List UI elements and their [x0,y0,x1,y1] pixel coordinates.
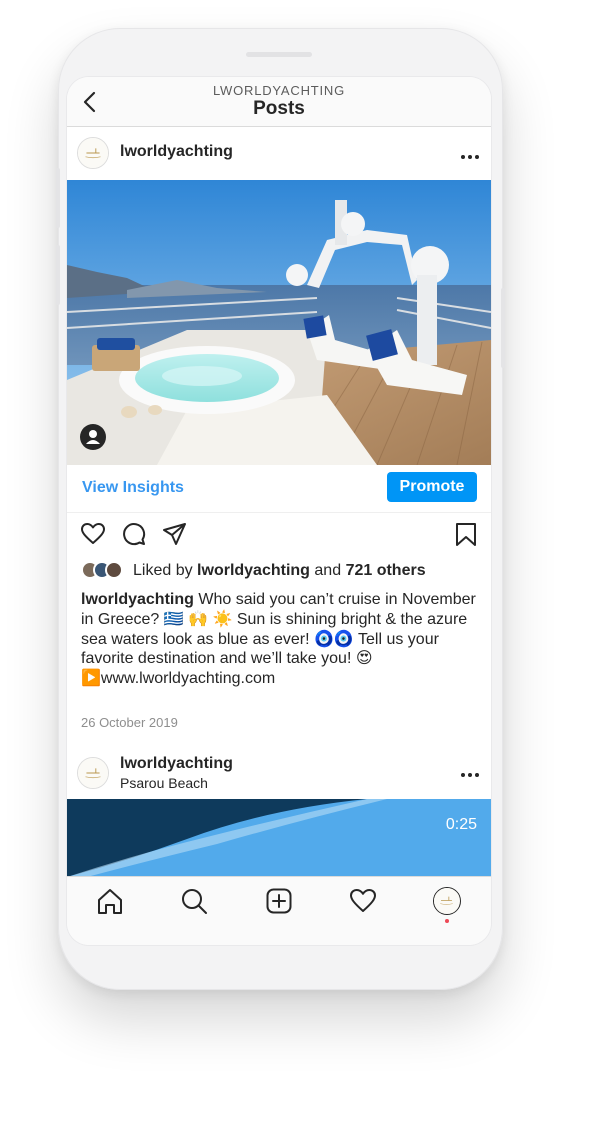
post-date: 26 October 2019 [81,715,178,730]
search-icon [182,889,207,914]
liked-by-joiner: and [314,562,342,579]
paper-plane-icon [163,523,186,545]
phone-side-button [56,168,60,228]
post-image[interactable] [67,180,491,465]
notification-dot [445,919,449,923]
brand-logo-icon [78,758,108,788]
home-icon [98,889,122,914]
liked-by-row[interactable]: Liked by lworldyachting and 721 others [81,559,481,581]
post-username[interactable]: lworldyachting [120,143,233,161]
caption-username[interactable]: lworldyachting [81,591,194,608]
view-insights-link[interactable]: View Insights [82,479,184,497]
posts-header: LWORLDYACHTING Posts [67,77,491,127]
caption-link[interactable]: ▶️www.lworldyachting.com [81,670,275,687]
share-button[interactable] [162,521,188,547]
heart-outline-icon [81,523,105,544]
next-post-username[interactable]: lworldyachting [120,755,233,773]
next-post-options-button[interactable] [460,767,480,777]
phone-side-button [56,245,60,305]
more-horizontal-icon [461,155,479,159]
yacht-deck-photo [67,180,491,465]
app-screen: LWORLDYACHTING Posts lworldyachting View… [67,77,491,945]
comment-bubble-icon [123,523,146,546]
bookmark-icon [456,523,476,546]
tagged-users-button[interactable] [80,424,106,450]
more-horizontal-icon [461,773,479,777]
next-post-avatar[interactable] [77,757,109,789]
liker-avatar [105,561,123,579]
liked-by-prefix: Liked by [133,562,193,579]
save-button[interactable] [453,521,479,547]
phone-speaker [246,52,312,57]
tab-new-post[interactable] [264,886,294,916]
tab-search[interactable] [179,886,209,916]
tab-home[interactable] [95,886,125,916]
liked-by-others[interactable]: 721 others [346,562,426,579]
next-post-video[interactable]: 0:25 [67,799,491,877]
video-thumbnail [67,799,491,877]
post-avatar[interactable] [77,137,109,169]
add-post-icon [266,888,292,914]
post-options-button[interactable] [460,149,480,159]
tab-profile[interactable] [433,887,461,915]
tab-activity[interactable] [348,886,378,916]
phone-power-button [501,288,505,368]
post-caption: lworldyachting Who said you can’t cruise… [81,590,481,689]
profile-avatar-icon [434,888,459,913]
liked-by-text: Liked by lworldyachting and 721 others [133,562,426,580]
comment-button[interactable] [121,521,147,547]
insights-bar: View Insights Promote [67,465,491,513]
activity-heart-icon [350,889,376,912]
next-post-location[interactable]: Psarou Beach [120,775,208,791]
user-tag-icon [86,430,100,444]
promote-button[interactable]: Promote [387,472,477,502]
account-name-label: LWORLDYACHTING [212,83,346,98]
page-title: Posts [253,98,305,119]
brand-logo-icon [78,138,108,168]
liked-by-user[interactable]: lworldyachting [197,562,310,579]
bottom-tab-bar [67,876,491,945]
like-button[interactable] [80,521,106,547]
video-duration: 0:25 [445,816,477,833]
